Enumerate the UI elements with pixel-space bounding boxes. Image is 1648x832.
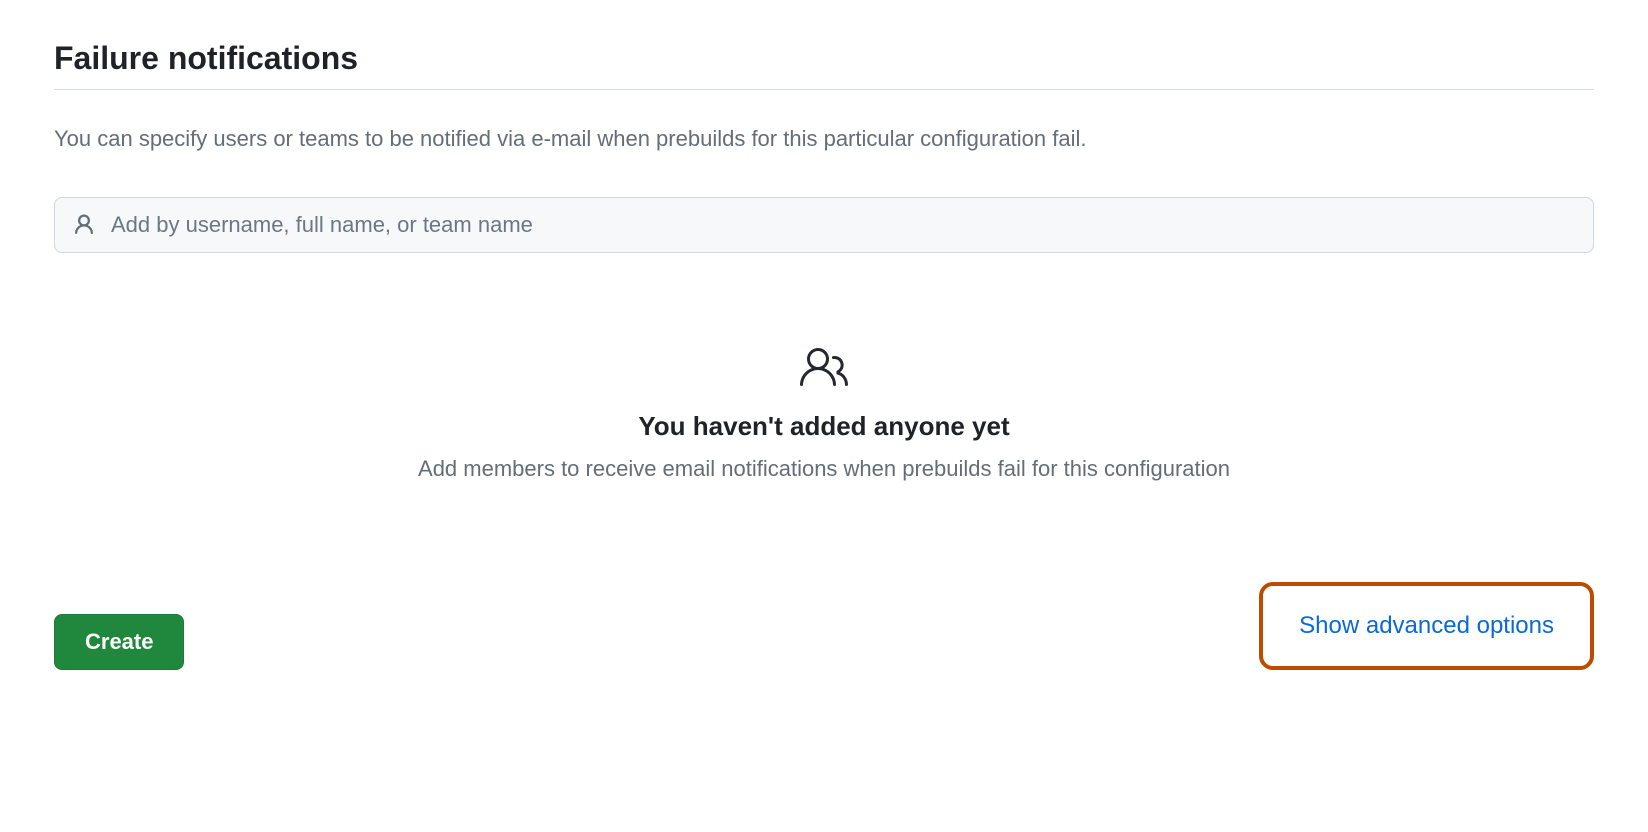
empty-state-subtitle: Add members to receive email notificatio…	[54, 456, 1594, 482]
user-input-wrapper	[54, 197, 1594, 253]
people-icon	[800, 343, 848, 391]
advanced-options-highlight: Show advanced options	[1259, 582, 1594, 670]
footer-row: Create Show advanced options	[54, 582, 1594, 670]
person-icon	[72, 213, 96, 237]
add-user-input[interactable]	[54, 197, 1594, 253]
create-button[interactable]: Create	[54, 614, 184, 670]
empty-state: You haven't added anyone yet Add members…	[54, 343, 1594, 482]
empty-state-title: You haven't added anyone yet	[54, 411, 1594, 442]
show-advanced-options-link[interactable]: Show advanced options	[1299, 612, 1554, 639]
section-title: Failure notifications	[54, 40, 1594, 90]
section-description: You can specify users or teams to be not…	[54, 122, 1594, 155]
